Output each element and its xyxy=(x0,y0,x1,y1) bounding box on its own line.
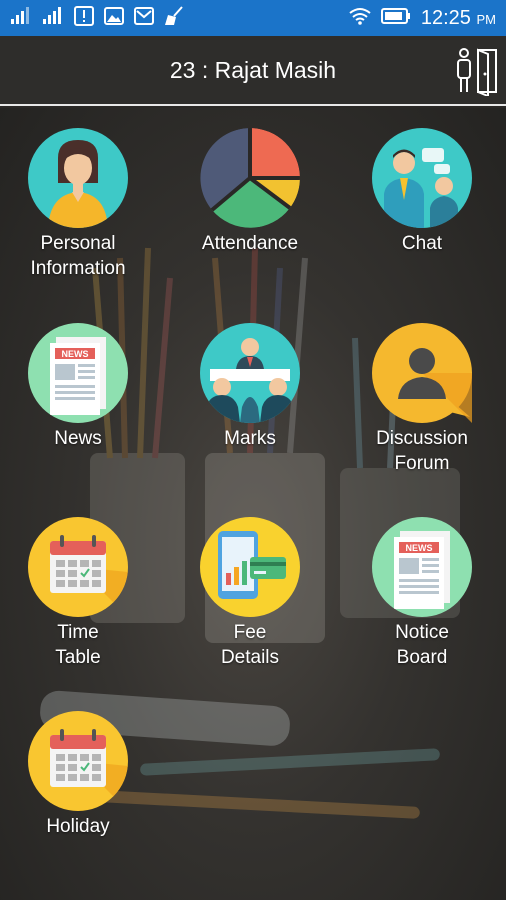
calendar-icon xyxy=(28,517,128,617)
signal-icon xyxy=(10,6,32,30)
menu-label: Time Table xyxy=(55,622,101,668)
alert-icon xyxy=(74,5,94,31)
menu-discussion-forum[interactable]: Discussion Forum xyxy=(347,323,497,476)
menu-attendance[interactable]: Attendance xyxy=(175,128,325,256)
status-bar: 12:25 PM xyxy=(0,0,506,36)
invoice-card-icon xyxy=(200,517,300,617)
menu-label: Notice Board xyxy=(395,622,449,668)
menu-news[interactable]: NEWS News xyxy=(3,323,153,451)
menu-label: Attendance xyxy=(201,233,299,254)
menu-label: Marks xyxy=(224,428,276,449)
logout-door-icon xyxy=(457,48,497,98)
notice-newspaper-icon: NEWS xyxy=(372,517,472,617)
menu-marks[interactable]: Marks xyxy=(175,323,325,451)
battery-icon xyxy=(380,7,411,29)
pie-chart-icon xyxy=(200,128,300,228)
menu-notice-board[interactable]: NEWS Notice Board xyxy=(347,517,497,670)
menu-label: Chat xyxy=(401,233,443,254)
app-bar: 23 : Rajat Masih xyxy=(0,36,506,106)
logout-button[interactable] xyxy=(454,46,500,98)
menu-personal-information[interactable]: Personal Information xyxy=(3,128,153,281)
menu-time-table[interactable]: Time Table xyxy=(3,517,153,670)
mail-icon xyxy=(134,6,154,30)
person-icon xyxy=(28,128,128,228)
menu-holiday[interactable]: Holiday xyxy=(3,711,153,839)
meeting-icon xyxy=(200,323,300,423)
menu-fee-details[interactable]: Fee Details xyxy=(175,517,325,670)
menu-label: News xyxy=(54,428,102,449)
menu-label: Fee Details xyxy=(220,622,280,668)
clock-time: 12:25 PM xyxy=(420,6,496,29)
page-title: 23 : Rajat Masih xyxy=(169,56,337,83)
image-icon xyxy=(104,6,124,30)
newspaper-heading: NEWS xyxy=(406,543,433,553)
menu-label: Personal Information xyxy=(30,233,126,279)
forum-speech-icon xyxy=(372,323,472,423)
signal-icon xyxy=(42,6,64,30)
wifi-icon xyxy=(349,7,371,30)
calendar-icon xyxy=(28,711,128,811)
broom-icon xyxy=(164,5,186,31)
menu-label: Holiday xyxy=(46,816,110,837)
menu-chat[interactable]: Chat xyxy=(347,128,497,256)
chat-people-icon xyxy=(372,128,472,228)
newspaper-heading: NEWS xyxy=(62,349,89,359)
newspaper-icon: NEWS xyxy=(28,323,128,423)
menu-label: Discussion Forum xyxy=(376,428,468,474)
